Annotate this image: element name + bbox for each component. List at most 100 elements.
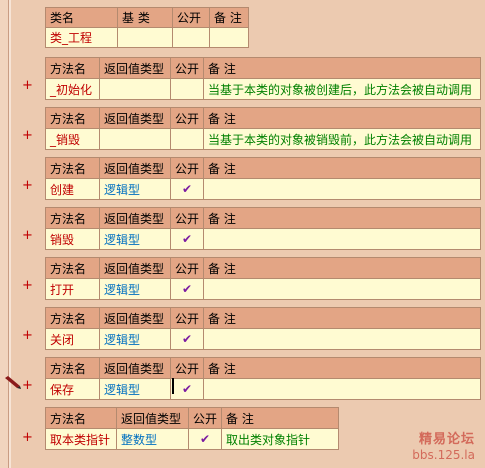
remark-cell[interactable]: 取出类对象指针	[221, 428, 339, 450]
class-remark-cell[interactable]	[209, 27, 249, 48]
base-class-cell[interactable]	[117, 27, 173, 48]
expand-method-1[interactable]: +	[22, 128, 33, 143]
expand-method-2[interactable]: +	[22, 178, 33, 193]
method-name-header: 方法名	[45, 357, 100, 379]
return-type-cell[interactable]: 逻辑型	[99, 328, 171, 350]
return-type-cell[interactable]: 逻辑型	[99, 278, 171, 300]
public-check-icon[interactable]: ✔	[169, 178, 205, 200]
method-name-cell[interactable]: 销毁	[45, 228, 100, 250]
method-row[interactable]: 保存 逻辑型 ✔	[45, 378, 481, 400]
public-header: 公开	[169, 157, 205, 179]
forum-watermark: 精易论坛 bbs.125.la	[412, 428, 475, 462]
expand-method-0[interactable]: +	[22, 78, 33, 93]
remark-header: 备 注	[203, 157, 481, 179]
return-type-header: 返回值类型	[116, 407, 189, 429]
method-row[interactable]: 关闭 逻辑型 ✔	[45, 328, 481, 350]
remark-header: 备 注	[203, 207, 481, 229]
method-name-header: 方法名	[45, 407, 117, 429]
return-type-header: 返回值类型	[99, 357, 171, 379]
method-row[interactable]: 销毁 逻辑型 ✔	[45, 228, 481, 250]
method-block-get-pointer: 方法名 返回值类型 公开 备 注 取本类指针 整数型 ✔ 取出类对象指针	[45, 407, 339, 450]
return-type-header: 返回值类型	[99, 157, 171, 179]
method-name-cell[interactable]: 保存	[45, 378, 100, 400]
remark-header: 备 注	[203, 57, 481, 79]
public-check-icon[interactable]: ✔	[169, 278, 205, 300]
public-header: 公开	[187, 407, 223, 429]
expand-method-7[interactable]: +	[22, 430, 33, 445]
remark-header: 备 注	[203, 357, 481, 379]
method-block-save: 方法名 返回值类型 公开 备 注 保存 逻辑型 ✔	[45, 357, 481, 400]
method-block-destroy-auto: 方法名 返回值类型 公开 备 注 _销毁 当基于本类的对象被销毁前，此方法会被自…	[45, 107, 481, 150]
public-header: 公开	[169, 57, 205, 79]
remark-cell[interactable]	[203, 278, 481, 300]
method-block-destroy: 方法名 返回值类型 公开 备 注 销毁 逻辑型 ✔	[45, 207, 481, 250]
public-header: 公开	[172, 7, 210, 28]
method-row[interactable]: 取本类指针 整数型 ✔ 取出类对象指针	[45, 428, 339, 450]
public-check-icon[interactable]: ✔	[187, 428, 223, 450]
left-gutter	[0, 0, 9, 468]
public-header: 公开	[169, 307, 205, 329]
public-check-icon[interactable]: ✔	[169, 378, 205, 400]
method-block-open: 方法名 返回值类型 公开 备 注 打开 逻辑型 ✔	[45, 257, 481, 300]
remark-cell[interactable]: 当基于本类的对象被创建后，此方法会被自动调用	[203, 78, 481, 100]
public-check-icon[interactable]: ✔	[169, 228, 205, 250]
remark-cell[interactable]	[203, 178, 481, 200]
class-row[interactable]: 类_工程	[45, 27, 249, 48]
watermark-url: bbs.125.la	[412, 448, 475, 462]
remark-header: 备 注	[203, 107, 481, 129]
method-row[interactable]: _销毁 当基于本类的对象被销毁前，此方法会被自动调用	[45, 128, 481, 150]
remark-cell[interactable]	[203, 228, 481, 250]
return-type-header: 返回值类型	[99, 107, 171, 129]
method-name-header: 方法名	[45, 307, 100, 329]
expand-method-6[interactable]: +	[22, 378, 33, 393]
method-block-close: 方法名 返回值类型 公开 备 注 关闭 逻辑型 ✔	[45, 307, 481, 350]
method-name-cell[interactable]: 关闭	[45, 328, 100, 350]
text-caret	[172, 378, 174, 394]
remark-cell[interactable]	[203, 328, 481, 350]
method-name-header: 方法名	[45, 157, 100, 179]
return-type-cell[interactable]	[99, 78, 171, 100]
watermark-title: 精易论坛	[418, 432, 475, 447]
public-check-icon[interactable]: ✔	[169, 328, 205, 350]
return-type-cell[interactable]: 逻辑型	[99, 178, 171, 200]
public-header: 公开	[169, 357, 205, 379]
method-block-create: 方法名 返回值类型 公开 备 注 创建 逻辑型 ✔	[45, 157, 481, 200]
method-name-cell[interactable]: _初始化	[45, 78, 100, 100]
remark-header: 备 注	[203, 257, 481, 279]
public-header: 公开	[169, 107, 205, 129]
method-name-cell[interactable]: 打开	[45, 278, 100, 300]
class-public-cell[interactable]	[172, 27, 210, 48]
method-row[interactable]: 打开 逻辑型 ✔	[45, 278, 481, 300]
public-header: 公开	[169, 207, 205, 229]
method-name-cell[interactable]: 创建	[45, 178, 100, 200]
public-cell[interactable]	[169, 78, 205, 100]
return-type-header: 返回值类型	[99, 57, 171, 79]
method-row[interactable]: _初始化 当基于本类的对象被创建后，此方法会被自动调用	[45, 78, 481, 100]
remark-header: 备 注	[221, 407, 339, 429]
method-name-cell[interactable]: _销毁	[45, 128, 100, 150]
edit-pencil-icon	[5, 376, 21, 389]
remark-cell[interactable]	[203, 378, 481, 400]
return-type-cell[interactable]: 整数型	[116, 428, 189, 450]
class-name-cell[interactable]: 类_工程	[45, 27, 118, 48]
return-type-header: 返回值类型	[99, 257, 171, 279]
base-class-header: 基 类	[117, 7, 173, 28]
return-type-cell[interactable]: 逻辑型	[99, 378, 171, 400]
expand-method-5[interactable]: +	[22, 328, 33, 343]
return-type-cell[interactable]	[99, 128, 171, 150]
expand-method-3[interactable]: +	[22, 228, 33, 243]
method-name-header: 方法名	[45, 57, 100, 79]
expand-method-4[interactable]: +	[22, 278, 33, 293]
remark-header: 备 注	[209, 7, 249, 28]
class-table: 类名 基 类 公开 备 注 类_工程	[45, 7, 249, 48]
method-name-header: 方法名	[45, 107, 100, 129]
return-type-header: 返回值类型	[99, 307, 171, 329]
public-cell[interactable]	[169, 128, 205, 150]
method-name-header: 方法名	[45, 257, 100, 279]
remark-header: 备 注	[203, 307, 481, 329]
remark-cell[interactable]: 当基于本类的对象被销毁前，此方法会被自动调用	[203, 128, 481, 150]
method-row[interactable]: 创建 逻辑型 ✔	[45, 178, 481, 200]
class-header-row: 类名 基 类 公开 备 注	[45, 7, 249, 28]
return-type-cell[interactable]: 逻辑型	[99, 228, 171, 250]
method-name-cell[interactable]: 取本类指针	[45, 428, 117, 450]
